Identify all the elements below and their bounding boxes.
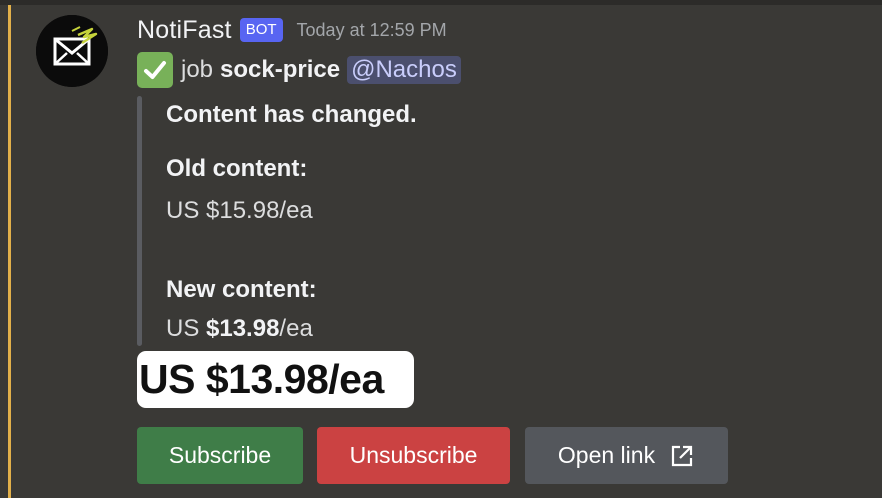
- price-screenshot-attachment[interactable]: US $13.98/ea: [137, 351, 414, 408]
- old-content-label: Old content:: [166, 155, 308, 182]
- new-content-value: US $13.98/ea: [166, 315, 313, 343]
- new-content-prefix: US: [166, 315, 200, 342]
- envelope-lightning-icon: [36, 15, 108, 87]
- mention-highlight-bar: [8, 5, 11, 498]
- job-name: sock-price: [220, 56, 341, 83]
- blockquote-bar: [137, 96, 142, 346]
- user-mention[interactable]: @Nachos: [347, 56, 461, 84]
- top-divider: [0, 0, 882, 5]
- price-screenshot-text: US $13.98/ea: [139, 356, 384, 402]
- new-content-suffix: /ea: [279, 315, 313, 342]
- message-content-line: job sock-price @Nachos: [137, 52, 461, 88]
- bot-tag: BOT: [239, 18, 283, 42]
- unsubscribe-button[interactable]: Unsubscribe: [317, 427, 510, 484]
- change-heading: Content has changed.: [166, 101, 417, 128]
- unsubscribe-button-label: Unsubscribe: [349, 442, 478, 468]
- open-link-button-label: Open link: [557, 442, 656, 468]
- job-word: job: [181, 56, 214, 83]
- message-header: NotiFast BOT Today at 12:59 PM: [137, 14, 447, 46]
- subscribe-button-label: Subscribe: [168, 442, 272, 468]
- open-link-button[interactable]: Open link: [525, 427, 728, 484]
- new-content-amount: $13.98: [206, 315, 280, 342]
- avatar[interactable]: [36, 15, 108, 87]
- check-mark-emoji-icon: [137, 52, 173, 88]
- old-content-value: US $15.98/ea: [166, 197, 313, 224]
- message-timestamp[interactable]: Today at 12:59 PM: [297, 20, 447, 41]
- external-link-icon: [669, 443, 695, 469]
- subscribe-button[interactable]: Subscribe: [137, 427, 303, 484]
- new-content-label: New content:: [166, 276, 317, 303]
- username[interactable]: NotiFast: [137, 16, 232, 45]
